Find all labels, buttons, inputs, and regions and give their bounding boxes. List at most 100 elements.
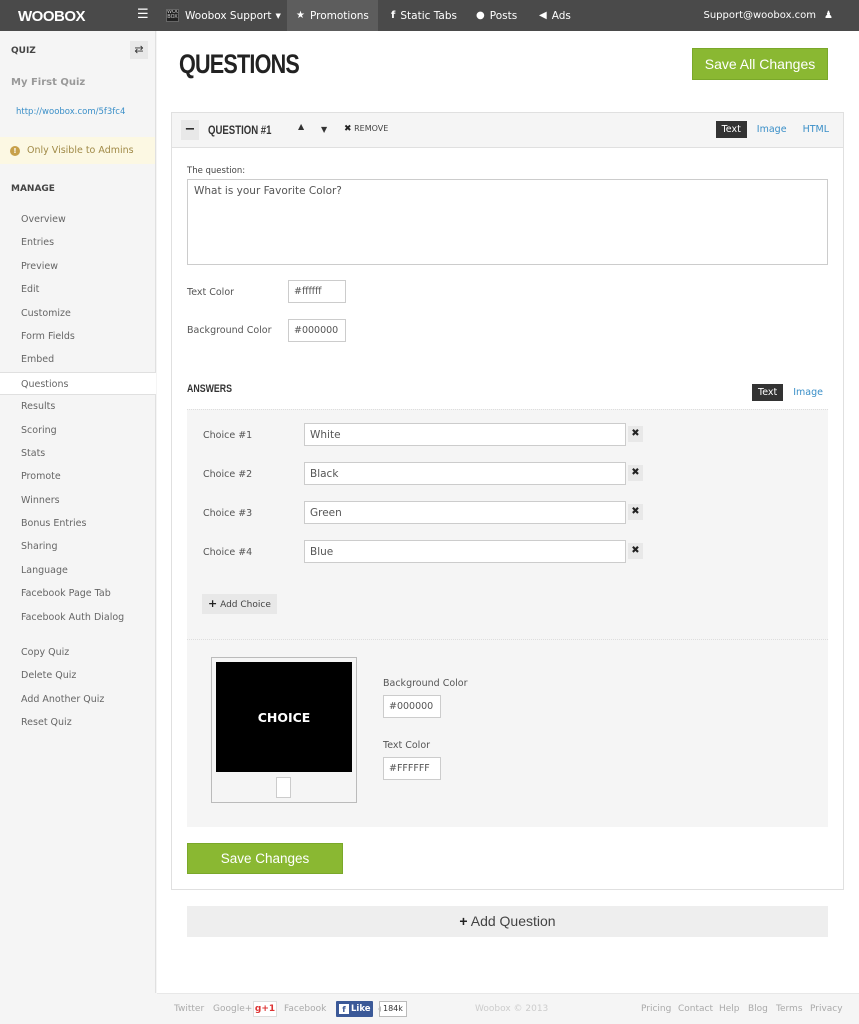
save-all-changes-button[interactable]: Save All Changes [692, 48, 828, 80]
footer-link-blog[interactable]: Blog [748, 1004, 768, 1014]
answers-title: ANSWERS [187, 383, 232, 395]
question-textarea[interactable]: What is your Favorite Color? [187, 179, 828, 265]
nav-tab-ads[interactable]: ◀ Ads [530, 0, 580, 31]
nav-tab-static-tabs[interactable]: f Static Tabs [382, 0, 466, 31]
choice-preview: CHOICE [216, 662, 352, 772]
footer-link-facebook[interactable]: Facebook [284, 1004, 326, 1014]
sidebar-item-preview[interactable]: Preview [0, 255, 156, 278]
background-color-label: Background Color [187, 325, 272, 336]
add-question-button[interactable]: + Add Question [187, 906, 828, 937]
choice-preview-selector[interactable] [276, 777, 291, 798]
remove-choice-icon[interactable]: ✖ [628, 426, 643, 442]
google-plus-one-button[interactable]: g+1 [253, 1001, 277, 1017]
footer-link-contact[interactable]: Contact [678, 1004, 713, 1014]
admin-notice: ! Only Visible to Admins [0, 137, 155, 164]
sidebar-item-results[interactable]: Results [0, 395, 156, 418]
question-type-html[interactable]: HTML [797, 121, 835, 138]
manage-label: MANAGE [11, 184, 55, 194]
star-icon: ★ [296, 10, 305, 21]
megaphone-icon: ◀ [539, 10, 547, 21]
move-down-icon[interactable]: ▼ [321, 125, 327, 134]
sidebar-item-entries[interactable]: Entries [0, 231, 156, 254]
sidebar-item-delete-quiz[interactable]: Delete Quiz [0, 664, 156, 687]
sidebar-item-promote[interactable]: Promote [0, 465, 156, 488]
remove-question-button[interactable]: ✖ REMOVE [344, 124, 388, 134]
footer-link-terms[interactable]: Terms [776, 1004, 803, 1014]
sidebar-section-label: QUIZ [11, 46, 36, 56]
plus-icon: + [208, 597, 218, 610]
sidebar: QUIZ ⇄ My First Quiz http://woobox.com/5… [0, 31, 156, 993]
answer-type-image[interactable]: Image [787, 384, 829, 401]
choice-text-color-input[interactable] [383, 757, 441, 780]
menu-icon[interactable]: ☰ [137, 7, 149, 22]
sidebar-item-edit[interactable]: Edit [0, 278, 156, 301]
nav-tab-promotions[interactable]: ★ Promotions [287, 0, 378, 31]
nav-tab-posts[interactable]: ● Posts [467, 0, 526, 31]
move-up-icon[interactable]: ▲ [298, 122, 304, 131]
text-color-input[interactable] [288, 280, 346, 303]
facebook-icon: f [339, 1004, 349, 1014]
sidebar-item-overview[interactable]: Overview [0, 208, 156, 231]
facebook-icon: f [391, 10, 396, 21]
footer-link-google-plus[interactable]: Google+ [213, 1004, 252, 1014]
sidebar-item-questions[interactable]: Questions [0, 371, 156, 396]
sidebar-item-scoring[interactable]: Scoring [0, 419, 156, 442]
sidebar-item-stats[interactable]: Stats [0, 442, 156, 465]
facebook-like-count: 184k [378, 1001, 407, 1017]
remove-choice-icon[interactable]: ✖ [628, 465, 643, 481]
footer-link-pricing[interactable]: Pricing [641, 1004, 671, 1014]
swap-icon[interactable]: ⇄ [130, 41, 148, 59]
sidebar-item-copy-quiz[interactable]: Copy Quiz [0, 641, 156, 664]
sidebar-item-facebook-auth-dialog[interactable]: Facebook Auth Dialog [0, 606, 156, 629]
facebook-like-button[interactable]: f Like [336, 1001, 373, 1017]
question-title: QUESTION #1 [208, 123, 272, 137]
sidebar-menu: Overview Entries Preview Edit Customize … [0, 208, 156, 735]
user-menu[interactable]: Support@woobox.com ♟ [703, 0, 833, 31]
sidebar-item-language[interactable]: Language [0, 559, 156, 582]
exclamation-circle-icon: ! [10, 145, 20, 156]
sidebar-item-bonus-entries[interactable]: Bonus Entries [0, 512, 156, 535]
sidebar-item-facebook-page-tab[interactable]: Facebook Page Tab [0, 582, 156, 605]
woobox-logo[interactable]: WOOBOX [18, 8, 86, 25]
footer-link-twitter[interactable]: Twitter [174, 1004, 204, 1014]
account-avatar-icon: WOO BOX [166, 9, 179, 22]
sidebar-item-customize[interactable]: Customize [0, 302, 156, 325]
remove-choice-icon[interactable]: ✖ [628, 543, 643, 559]
background-color-input[interactable] [288, 319, 346, 342]
footer-link-help[interactable]: Help [719, 1004, 740, 1014]
question-type-text[interactable]: Text [715, 121, 747, 138]
choice-input[interactable] [304, 540, 626, 563]
save-changes-button[interactable]: Save Changes [187, 843, 343, 874]
sidebar-item-sharing[interactable]: Sharing [0, 535, 156, 558]
choice-preview-card: CHOICE [211, 657, 357, 803]
close-icon: ✖ [344, 124, 352, 134]
account-switcher[interactable]: WOO BOX Woobox Support ▼ [166, 0, 281, 31]
add-choice-button[interactable]: + Add Choice [202, 594, 277, 614]
choice-background-color-input[interactable] [383, 695, 441, 718]
answer-type-text[interactable]: Text [752, 384, 784, 401]
nav-tab-label: Static Tabs [400, 9, 457, 22]
admin-notice-text: Only Visible to Admins [27, 145, 134, 156]
top-navbar: WOOBOX ☰ WOO BOX Woobox Support ▼ ★ Prom… [0, 0, 859, 31]
sidebar-item-form-fields[interactable]: Form Fields [0, 325, 156, 348]
choice-label: Choice #1 [203, 430, 253, 441]
divider [187, 639, 828, 640]
quiz-name: My First Quiz [11, 77, 86, 88]
choice-input[interactable] [304, 423, 626, 446]
user-icon: ♟ [824, 10, 833, 21]
choice-input[interactable] [304, 501, 626, 524]
collapse-icon[interactable]: − [181, 120, 199, 140]
footer-link-privacy[interactable]: Privacy [810, 1004, 843, 1014]
sidebar-item-embed[interactable]: Embed [0, 348, 156, 371]
remove-choice-icon[interactable]: ✖ [628, 504, 643, 520]
question-type-image[interactable]: Image [751, 121, 793, 138]
text-color-label: Text Color [187, 287, 235, 298]
user-email: Support@woobox.com [703, 10, 817, 21]
sidebar-item-winners[interactable]: Winners [0, 489, 156, 512]
sidebar-item-reset-quiz[interactable]: Reset Quiz [0, 711, 156, 734]
quiz-url-link[interactable]: http://woobox.com/5f3fc4 [16, 107, 125, 117]
sidebar-item-add-another-quiz[interactable]: Add Another Quiz [0, 688, 156, 711]
question-panel: − QUESTION #1 ▲ ▼ ✖ REMOVE Text Image HT… [171, 112, 844, 890]
choice-input[interactable] [304, 462, 626, 485]
